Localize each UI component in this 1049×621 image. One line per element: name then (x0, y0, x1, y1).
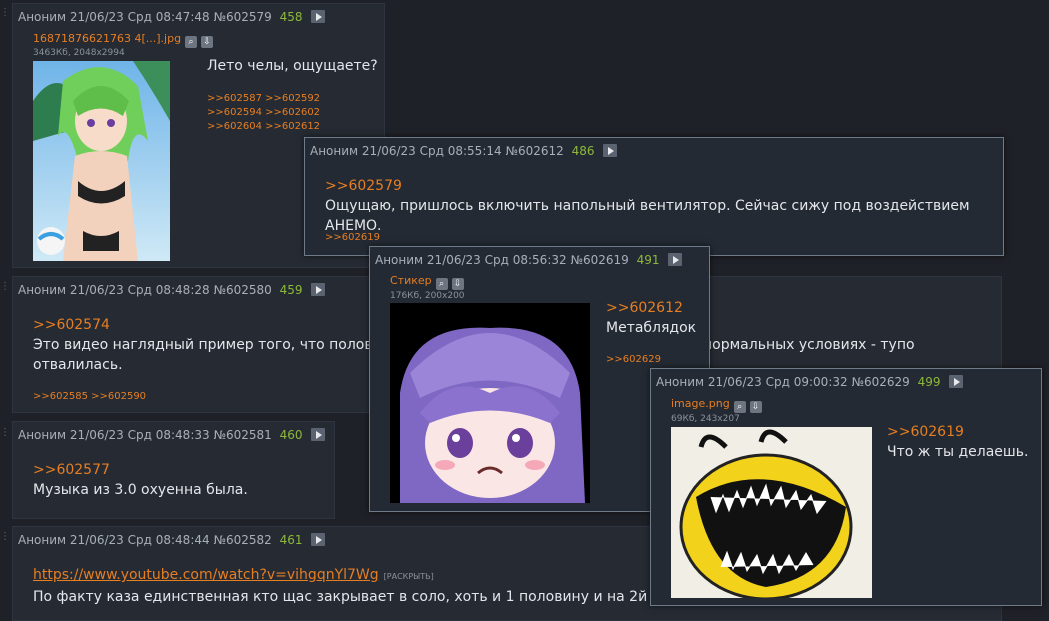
reply-quote-link[interactable]: >>602579 (325, 178, 402, 194)
post-author[interactable]: Аноним (18, 283, 66, 297)
popup-post-602629: Аноним 21/06/23 Срд 09:00:32 №602629 499… (650, 368, 1042, 606)
post-count: 460 (279, 428, 303, 442)
thread-collapse-dots[interactable]: ⋮ (0, 8, 10, 18)
reply-link-row[interactable]: >>602594 >>602602 (207, 106, 320, 120)
post-author[interactable]: Аноним (18, 533, 66, 547)
post-header: Аноним 21/06/23 Срд 09:00:32 №602629 499 (656, 374, 964, 390)
post-text: Что ж ты делаешь. (887, 444, 1029, 460)
play-icon[interactable] (949, 375, 964, 388)
reply-quote-link[interactable]: >>602577 (33, 462, 110, 478)
post-author[interactable]: Аноним (375, 253, 423, 267)
post-author[interactable]: Аноним (18, 10, 66, 24)
file-meta: 3463Кб, 2048x2994 (33, 48, 125, 58)
post-number[interactable]: №602629 (851, 375, 909, 389)
post-author[interactable]: Аноним (310, 144, 358, 158)
post-text: По факту каза единственная кто щас закры… (33, 589, 694, 605)
magnifier-icon[interactable]: ⌕ (733, 401, 746, 413)
thread-collapse-dots[interactable]: ⋮ (0, 282, 10, 292)
reply-link-row[interactable]: >>602587 >>602592 (207, 92, 320, 106)
download-icon[interactable]: ⇩ (201, 36, 214, 48)
post-count: 499 (917, 375, 941, 389)
post-number[interactable]: №602582 (213, 533, 271, 547)
post-count: 459 (279, 283, 303, 297)
post-date: 21/06/23 Срд 09:00:32 (707, 375, 848, 389)
download-icon[interactable]: ⇩ (451, 278, 464, 290)
post-count: 491 (636, 253, 660, 267)
play-icon[interactable] (311, 10, 326, 23)
post-header: Аноним 21/06/23 Срд 08:56:32 №602619 491 (375, 252, 683, 268)
post-date: 21/06/23 Срд 08:48:33 (69, 428, 210, 442)
post-count: 461 (279, 533, 303, 547)
play-icon[interactable] (668, 253, 683, 266)
file-meta: 176Кб, 200x200 (390, 291, 465, 301)
magnifier-icon[interactable]: ⌕ (435, 278, 448, 290)
reply-link-row[interactable]: >>602604 >>602612 (207, 120, 320, 134)
post-count: 458 (279, 10, 303, 24)
post-image-thumbnail[interactable] (33, 61, 170, 261)
play-icon[interactable] (603, 144, 618, 157)
post-text-line1: Это видео наглядный пример того, что пол… (33, 337, 400, 353)
file-name-text[interactable]: Стикер (390, 274, 432, 287)
post-text: Метаблядок (606, 320, 697, 336)
post-602581: Аноним 21/06/23 Срд 08:48:33 №602581 460… (12, 421, 335, 519)
download-icon[interactable]: ⇩ (749, 401, 762, 413)
post-number[interactable]: №602612 (505, 144, 563, 158)
post-number[interactable]: №602581 (213, 428, 271, 442)
play-icon[interactable] (311, 533, 326, 546)
post-header: Аноним 21/06/23 Срд 08:48:33 №602581 460 (18, 427, 326, 443)
magnifier-icon[interactable]: ⌕ (185, 36, 198, 48)
post-count: 486 (571, 144, 595, 158)
file-name-text[interactable]: 16871876621763 4[...].jpg (33, 32, 181, 45)
post-text: Лето челы, ощущаете? (207, 58, 378, 74)
expand-link[interactable]: [РАСКРЫТЬ] (384, 572, 434, 581)
reply-links[interactable]: >>602587 >>602592 >>602594 >>602602 >>60… (207, 92, 320, 134)
post-author[interactable]: Аноним (18, 428, 66, 442)
post-number[interactable]: №602580 (213, 283, 271, 297)
post-text: Музыка из 3.0 охуенна была. (33, 482, 248, 498)
popup-post-602612: Аноним 21/06/23 Срд 08:55:14 №602612 486… (304, 137, 1004, 256)
post-text-line2: отвалилась. (33, 357, 123, 373)
post-header: Аноним 21/06/23 Срд 08:48:28 №602580 459 (18, 282, 326, 298)
sticker-thumbnail[interactable] (390, 303, 590, 503)
file-name-text[interactable]: image.png (671, 397, 730, 410)
post-header: Аноним 21/06/23 Срд 08:55:14 №602612 486 (310, 143, 618, 159)
post-date: 21/06/23 Срд 08:56:32 (426, 253, 567, 267)
reply-quote-link[interactable]: >>602619 (887, 424, 964, 440)
post-text-line1-end: нормальных условиях - тупо (703, 337, 915, 353)
thread-collapse-dots[interactable]: ⋮ (0, 428, 10, 438)
file-name[interactable]: image.png ⌕ ⇩ (671, 397, 762, 413)
post-date: 21/06/23 Срд 08:47:48 (69, 10, 210, 24)
post-author[interactable]: Аноним (656, 375, 704, 389)
post-date: 21/06/23 Срд 08:48:28 (69, 283, 210, 297)
reply-links[interactable]: >>602585 >>602590 (33, 390, 146, 404)
post-date: 21/06/23 Срд 08:55:14 (361, 144, 502, 158)
post-text: Ощущаю, пришлось включить напольный вент… (325, 198, 970, 234)
reply-links[interactable]: >>602629 (606, 353, 661, 367)
file-meta: 69Кб, 243x207 (671, 414, 740, 424)
post-date: 21/06/23 Срд 08:48:44 (69, 533, 210, 547)
post-number[interactable]: №602619 (570, 253, 628, 267)
post-number[interactable]: №602579 (213, 10, 271, 24)
reply-quote-link[interactable]: >>602612 (606, 300, 683, 316)
play-icon[interactable] (311, 283, 326, 296)
thread-collapse-dots[interactable]: ⋮ (0, 532, 10, 542)
youtube-link[interactable]: https://www.youtube.com/watch?v=vihgqnYl… (33, 567, 379, 583)
play-icon[interactable] (311, 428, 326, 441)
post-header: Аноним 21/06/23 Срд 08:48:44 №602582 461 (18, 532, 326, 548)
file-name[interactable]: Стикер ⌕ ⇩ (390, 274, 464, 290)
reply-quote-link[interactable]: >>602574 (33, 317, 110, 333)
youtube-link-row: https://www.youtube.com/watch?v=vihgqnYl… (33, 567, 434, 583)
post-header: Аноним 21/06/23 Срд 08:47:48 №602579 458 (18, 9, 326, 25)
image-thumbnail[interactable] (671, 427, 872, 598)
reply-links[interactable]: >>602619 (325, 231, 380, 245)
file-name[interactable]: 16871876621763 4[...].jpg ⌕ ⇩ (33, 32, 214, 48)
